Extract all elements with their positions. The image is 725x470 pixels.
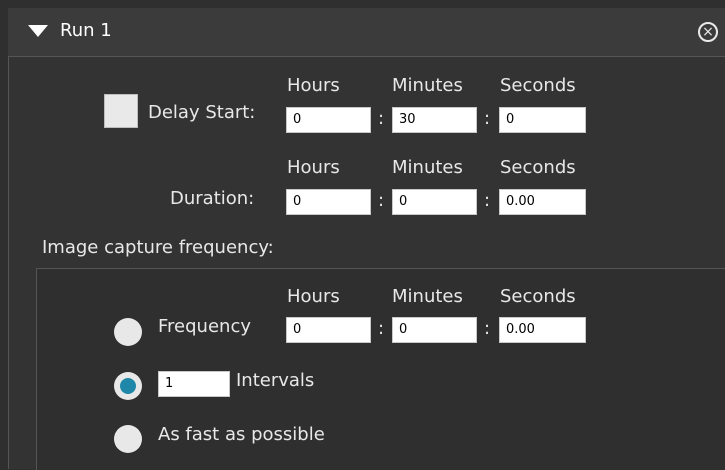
colon-icon: :: [378, 108, 385, 129]
delay-minutes-header: Minutes: [392, 75, 463, 96]
duration-seconds-input[interactable]: 0.00: [499, 189, 586, 215]
intervals-label: Intervals: [236, 370, 315, 391]
colon-icon: :: [484, 190, 491, 211]
delay-start-checkbox[interactable]: [104, 94, 138, 128]
intervals-radio[interactable]: [114, 372, 142, 400]
intervals-input[interactable]: 1: [158, 371, 230, 397]
run-header[interactable]: [8, 8, 725, 57]
delay-seconds-input[interactable]: 0: [499, 107, 586, 133]
delay-start-label: Delay Start:: [148, 102, 256, 123]
delay-hours-header: Hours: [287, 75, 340, 96]
frequency-label: Frequency: [158, 316, 251, 337]
colon-icon: :: [484, 108, 491, 129]
close-circle-icon[interactable]: ×: [698, 22, 718, 42]
frequency-seconds-input[interactable]: 0.00: [499, 317, 586, 343]
duration-hours-header: Hours: [287, 157, 340, 178]
delay-minutes-input[interactable]: 30: [392, 107, 477, 133]
delay-hours-input[interactable]: 0: [286, 107, 371, 133]
duration-minutes-input[interactable]: 0: [392, 189, 477, 215]
frequency-seconds-header: Seconds: [500, 286, 576, 307]
as-fast-label: As fast as possible: [158, 424, 325, 445]
colon-icon: :: [484, 318, 491, 339]
frequency-radio[interactable]: [114, 318, 142, 346]
colon-icon: :: [378, 190, 385, 211]
run-title: Run 1: [60, 20, 112, 41]
frequency-minutes-header: Minutes: [392, 286, 463, 307]
frequency-hours-input[interactable]: 0: [286, 317, 371, 343]
duration-minutes-header: Minutes: [392, 157, 463, 178]
delay-seconds-header: Seconds: [500, 75, 576, 96]
duration-seconds-header: Seconds: [500, 157, 576, 178]
frequency-hours-header: Hours: [287, 286, 340, 307]
as-fast-radio[interactable]: [114, 425, 142, 453]
triangle-down-icon[interactable]: [28, 25, 48, 37]
frequency-minutes-input[interactable]: 0: [392, 317, 477, 343]
duration-label: Duration:: [170, 188, 255, 209]
duration-hours-input[interactable]: 0: [286, 189, 371, 215]
colon-icon: :: [378, 318, 385, 339]
capture-frequency-label: Image capture frequency:: [42, 237, 274, 258]
